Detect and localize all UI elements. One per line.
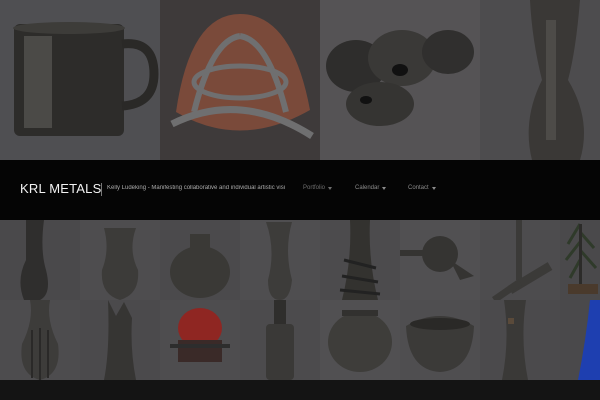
gallery-tile-metal-mug[interactable] <box>0 0 160 160</box>
wide-bowl-image <box>400 300 480 380</box>
nav-item-contact[interactable]: Contact <box>408 185 436 191</box>
gallery-tile-round-pot[interactable] <box>160 220 240 300</box>
gallery-tile-branch-sculpture[interactable] <box>480 220 560 300</box>
site-brand[interactable]: KRL METALS <box>20 181 101 196</box>
gallery-tile-tall-rough-vase[interactable] <box>480 300 560 380</box>
gallery-grid-row <box>0 220 600 300</box>
spouted-vessel-image <box>400 220 480 300</box>
glass-cage-image <box>160 0 320 160</box>
nav-item-label: Portfolio <box>303 185 326 191</box>
gallery-tile-tree-sculpture[interactable] <box>560 220 600 300</box>
gallery-tile-slender-vase[interactable] <box>240 220 320 300</box>
footer-strip <box>0 380 600 400</box>
gallery-tile-torn-vase[interactable] <box>80 300 160 380</box>
site-tagline: Kelly Ludeking - Manifesting collaborati… <box>107 185 286 191</box>
blue-accent-image <box>560 300 600 380</box>
twisted-vase-image <box>80 220 160 300</box>
metal-chunks-image <box>320 0 480 160</box>
gallery-tile-bottle-sculpture[interactable] <box>240 300 320 380</box>
bottle-sculpture-image <box>240 300 320 380</box>
metal-mug-image <box>0 0 160 160</box>
slender-vase-image <box>240 220 320 300</box>
tall-rough-vase-image <box>480 300 560 380</box>
nav-item-label: Contact <box>408 185 429 191</box>
nav-item-portfolio[interactable]: Portfolio <box>303 185 333 191</box>
chevron-down-icon <box>382 186 387 190</box>
gallery-tile-twisted-vase[interactable] <box>80 220 160 300</box>
gallery-tile-glass-in-metal-cage[interactable] <box>160 0 320 160</box>
brand-divider <box>101 183 102 196</box>
textured-vase-image <box>480 0 600 160</box>
tree-sculpture-image <box>560 220 600 300</box>
gallery-tile-spouted-vessel[interactable] <box>400 220 480 300</box>
wrapped-vessel-image <box>320 220 400 300</box>
nav-item-label: Calendar <box>355 185 380 191</box>
gallery-tile-rough-metal-chunks[interactable] <box>320 0 480 160</box>
gallery-tile-red-glass-vessel[interactable] <box>160 300 240 380</box>
chevron-down-icon <box>431 186 436 190</box>
gallery-grid-row <box>0 300 600 380</box>
featured-gallery-row <box>0 0 600 160</box>
round-pot-image <box>160 220 240 300</box>
branch-sculpture-image <box>480 220 560 300</box>
gallery-tile-wide-bowl[interactable] <box>400 300 480 380</box>
gallery-tile-tall-vase[interactable] <box>0 220 80 300</box>
gallery-tile-textured-vase[interactable] <box>480 0 600 160</box>
nav-item-calendar[interactable]: Calendar <box>355 185 387 191</box>
tall-vase-image <box>0 220 80 300</box>
fluted-vase-image <box>0 300 80 380</box>
torn-vase-image <box>80 300 160 380</box>
gallery-tile-round-vessel[interactable] <box>320 300 400 380</box>
red-glass-vessel-image <box>160 300 240 380</box>
gallery-tile-blue-accent[interactable] <box>560 300 600 380</box>
round-vessel-image <box>320 300 400 380</box>
chevron-down-icon <box>328 186 333 190</box>
gallery-tile-fluted-vase[interactable] <box>0 300 80 380</box>
gallery-tile-wrapped-vessel[interactable] <box>320 220 400 300</box>
